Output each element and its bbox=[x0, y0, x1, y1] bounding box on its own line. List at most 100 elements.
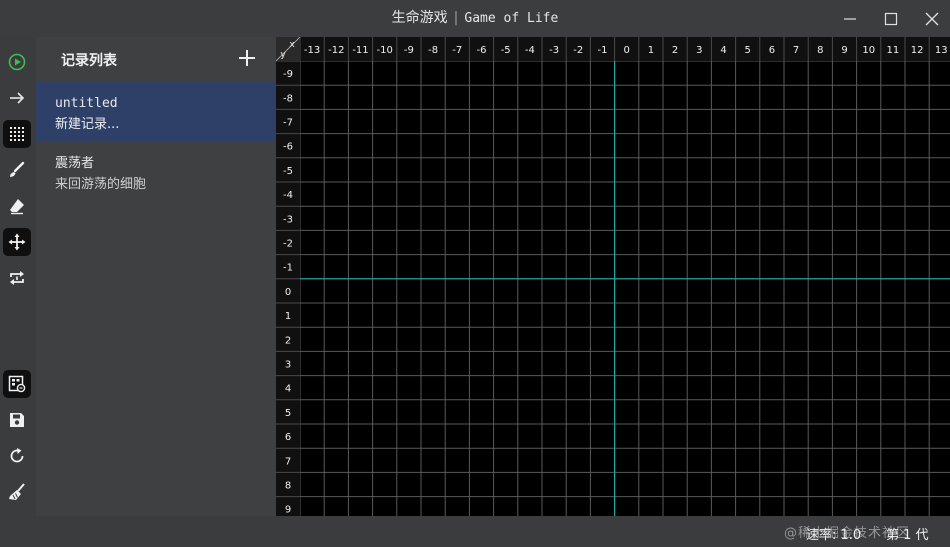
status-bar: @稀土掘金技术社区 速率: 1.0 第 1 代 bbox=[0, 516, 950, 547]
speed-readout: 速率: 1.0 bbox=[806, 528, 862, 543]
y-tick-label: 8 bbox=[285, 481, 291, 492]
x-tick-label: 10 bbox=[862, 45, 875, 56]
y-tick-label: 6 bbox=[285, 432, 291, 443]
x-tick-label: -4 bbox=[525, 45, 535, 56]
y-tick-label: 1 bbox=[285, 311, 291, 322]
play-button[interactable] bbox=[3, 48, 31, 76]
record-name: untitled bbox=[55, 96, 118, 111]
x-tick-label: -3 bbox=[549, 45, 559, 56]
y-tick-label: -5 bbox=[283, 166, 293, 177]
step-button[interactable] bbox=[3, 84, 31, 112]
x-tick-label: 8 bbox=[817, 45, 823, 56]
x-tick-label: 11 bbox=[887, 45, 900, 56]
grid-dots-icon bbox=[10, 127, 24, 141]
title-separator: | bbox=[453, 10, 459, 26]
eraser-icon bbox=[10, 199, 24, 215]
y-tick-label: -3 bbox=[283, 214, 293, 225]
record-item-untitled[interactable]: untitled 新建记录... bbox=[36, 82, 276, 142]
y-tick-label: 3 bbox=[285, 360, 291, 371]
eraser-button[interactable] bbox=[3, 192, 31, 220]
close-icon bbox=[925, 12, 939, 25]
x-tick-label: -13 bbox=[304, 45, 320, 56]
y-tick-label: -4 bbox=[283, 190, 293, 201]
y-tick-label: -6 bbox=[283, 142, 293, 153]
clear-button[interactable] bbox=[3, 478, 31, 506]
move-arrows-icon bbox=[8, 233, 26, 251]
x-tick-label: 1 bbox=[648, 45, 654, 56]
x-tick-label: 3 bbox=[696, 45, 702, 56]
refresh-icon bbox=[10, 448, 24, 463]
game-grid[interactable]: -13 -12 -11 -10 -9 -8 -7 -6 -5 -4 -3 -2 -1 0 1 2 3 4 5 6 7 8 9… bbox=[276, 37, 950, 516]
x-tick-label: 13 bbox=[935, 45, 948, 56]
y-tick-label: 4 bbox=[285, 384, 291, 395]
left-toolbar bbox=[0, 37, 36, 516]
move-button[interactable] bbox=[3, 228, 31, 256]
grid-background bbox=[276, 37, 950, 516]
broom-icon bbox=[9, 483, 25, 500]
grid-toggle-button[interactable] bbox=[3, 120, 31, 148]
y-tick-label: 5 bbox=[285, 408, 291, 419]
play-circle-icon bbox=[8, 53, 26, 71]
x-tick-label: 12 bbox=[911, 45, 924, 56]
minimize-icon bbox=[844, 17, 856, 20]
x-tick-label: 7 bbox=[793, 45, 799, 56]
image-export-icon bbox=[8, 375, 26, 393]
corner-x-label: x bbox=[289, 40, 295, 50]
record-item-oscillator[interactable]: 震荡者 来回游荡的细胞 bbox=[36, 142, 276, 202]
x-tick-label: -9 bbox=[404, 45, 414, 56]
y-tick-label: -8 bbox=[283, 93, 293, 104]
x-tick-label: 6 bbox=[769, 45, 775, 56]
x-tick-label: -6 bbox=[477, 45, 487, 56]
x-tick-label: 5 bbox=[745, 45, 751, 56]
record-desc: 来回游荡的细胞 bbox=[55, 177, 147, 192]
record-name: 震荡者 bbox=[55, 156, 95, 171]
grid-canvas[interactable]: -13 -12 -11 -10 -9 -8 -7 -6 -5 -4 -3 -2 -1 0 1 2 3 4 5 6 7 8 9… bbox=[276, 37, 950, 516]
x-tick-label: -2 bbox=[573, 45, 583, 56]
window-title: 生命游戏 | Game of Life bbox=[0, 0, 950, 37]
x-tick-label: 9 bbox=[841, 45, 847, 56]
export-image-button[interactable] bbox=[3, 370, 31, 398]
y-tick-label: -7 bbox=[283, 118, 293, 129]
y-tick-label: -2 bbox=[283, 239, 293, 250]
maximize-icon bbox=[884, 12, 898, 25]
x-tick-label: -5 bbox=[501, 45, 511, 56]
rotate-flip-icon bbox=[10, 271, 24, 285]
x-tick-label: -8 bbox=[428, 45, 438, 56]
y-tick-label: 9 bbox=[285, 505, 291, 516]
x-tick-label: 2 bbox=[672, 45, 678, 56]
save-button[interactable] bbox=[3, 406, 31, 434]
arrow-right-icon bbox=[10, 92, 25, 104]
minimize-button[interactable] bbox=[829, 0, 871, 37]
record-list-panel: 记录列表 untitled 新建记录... 震荡者 来回游荡的细胞 bbox=[36, 37, 276, 516]
y-tick-label: -9 bbox=[283, 69, 293, 80]
x-tick-label: 0 bbox=[624, 45, 630, 56]
brush-button[interactable] bbox=[3, 156, 31, 184]
y-tick-label: 7 bbox=[285, 456, 291, 467]
y-axis-header bbox=[276, 37, 300, 516]
add-record-button[interactable] bbox=[236, 47, 258, 69]
x-tick-label: -7 bbox=[452, 45, 462, 56]
x-tick-label: -12 bbox=[328, 45, 344, 56]
plus-icon bbox=[239, 50, 255, 66]
brush-icon bbox=[10, 161, 25, 177]
transform-button[interactable] bbox=[3, 264, 31, 292]
y-tick-label: -1 bbox=[283, 263, 293, 274]
maximize-button[interactable] bbox=[870, 0, 912, 37]
y-tick-label: 2 bbox=[285, 335, 291, 346]
y-tick-label: 0 bbox=[285, 287, 291, 298]
x-tick-label: -10 bbox=[377, 45, 393, 56]
close-button[interactable] bbox=[911, 0, 950, 37]
reset-button[interactable] bbox=[3, 442, 31, 470]
x-tick-label: 4 bbox=[720, 45, 726, 56]
window-title-cn: 生命游戏 bbox=[391, 10, 448, 26]
window-title-en: Game of Life bbox=[464, 11, 559, 26]
save-icon bbox=[10, 413, 24, 427]
x-tick-label: -11 bbox=[352, 45, 368, 56]
title-bar: 生命游戏 | Game of Life bbox=[0, 0, 950, 37]
x-tick-label: -1 bbox=[598, 45, 608, 56]
record-list-title: 记录列表 bbox=[61, 53, 117, 69]
corner-y-label: y bbox=[280, 50, 286, 60]
record-desc: 新建记录... bbox=[55, 117, 120, 132]
record-list-header: 记录列表 bbox=[36, 37, 276, 81]
generation-readout: 第 1 代 bbox=[886, 528, 929, 543]
